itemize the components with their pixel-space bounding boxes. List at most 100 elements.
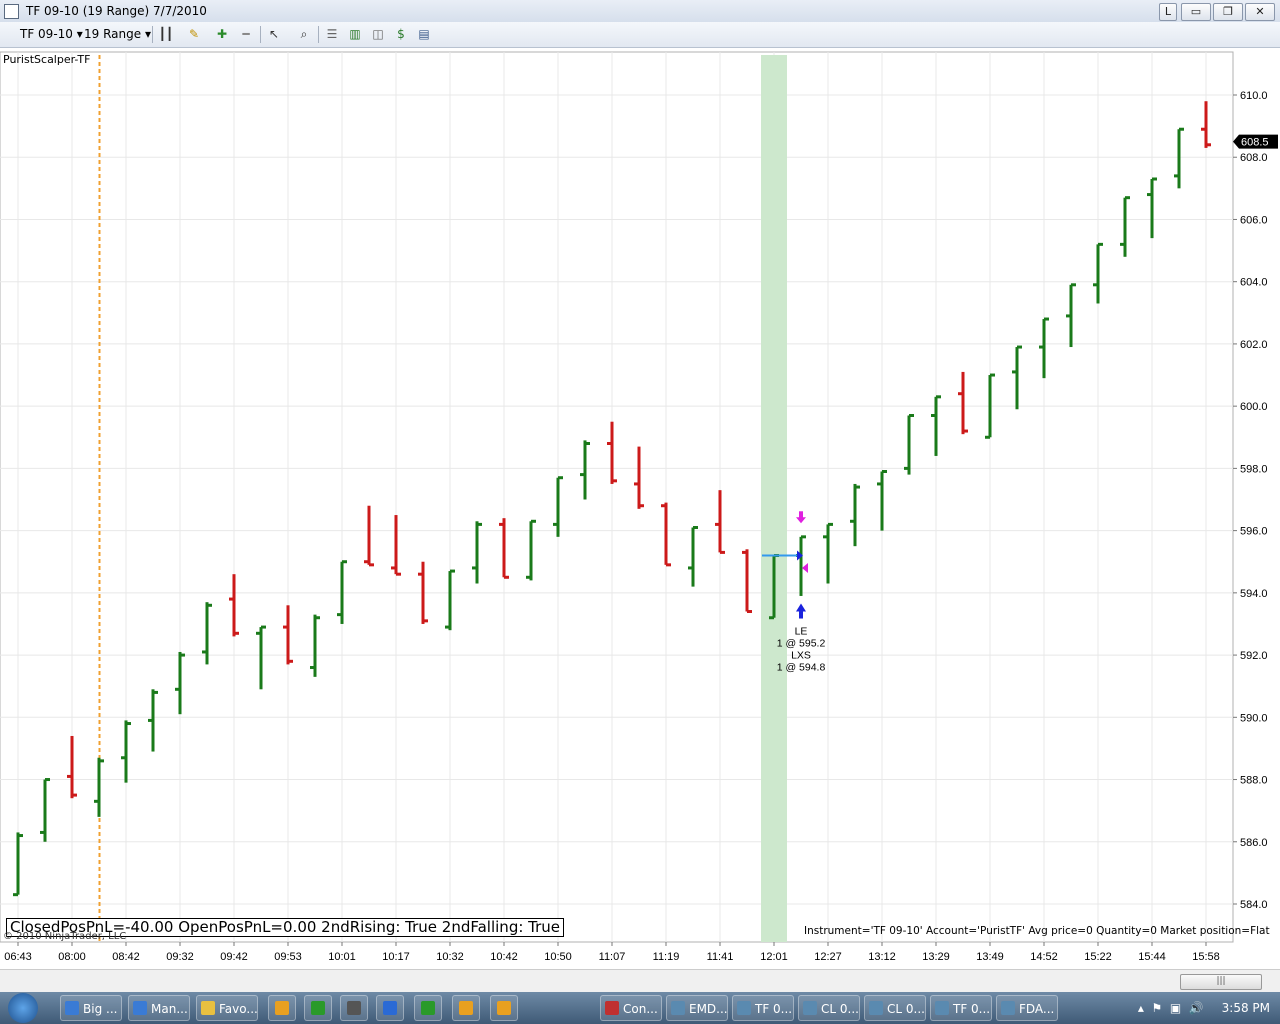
entry-fill-label: 1 @ 595.2 [777, 638, 826, 650]
x-tick-label: 15:58 [1192, 951, 1220, 963]
chart-grid [0, 51, 1234, 943]
x-tick-label: 11:07 [599, 951, 626, 963]
indicators-icon[interactable]: ▥ [347, 26, 363, 42]
x-tick-label: 06:43 [4, 951, 32, 963]
taskbar-item[interactable]: FDA... [996, 995, 1058, 1021]
taskbar-app-icon [737, 1001, 751, 1015]
ohlc-bar [661, 502, 671, 567]
taskbar-item[interactable]: CL 0... [864, 995, 926, 1021]
taskbar-item[interactable]: TF 0... [732, 995, 794, 1021]
scrollbar-thumb[interactable]: ||| [1180, 974, 1262, 990]
x-tick-label: 10:17 [382, 951, 410, 963]
taskbar-item[interactable]: Favo... [196, 995, 258, 1021]
taskbar-item-label: TF 0... [953, 1002, 991, 1016]
taskbar-item-label: EMD... [689, 1002, 728, 1016]
toolbar-separator [260, 26, 261, 43]
ohlc-bar [40, 778, 50, 842]
maximize-button[interactable]: ❐ [1213, 3, 1243, 21]
taskbar-item-label: TF 0... [755, 1002, 793, 1016]
taskbar-item[interactable]: CL 0... [798, 995, 860, 1021]
taskbar-item[interactable]: TF 0... [930, 995, 992, 1021]
close-button[interactable]: ✕ [1245, 3, 1275, 21]
clock[interactable]: 3:58 PM [1222, 1001, 1270, 1015]
taskbar-app-icon [1001, 1001, 1015, 1015]
toolbar-separator [318, 26, 319, 43]
ohlc-bar [1093, 242, 1103, 304]
x-tick-label: 10:32 [436, 951, 464, 963]
long-entry-arrow [796, 603, 806, 612]
cursor-icon[interactable]: ↖ [266, 26, 282, 42]
y-tick-label: 604.0 [1240, 277, 1268, 289]
y-tick-label: 608.0 [1240, 152, 1268, 164]
dollar-icon[interactable]: $ [393, 26, 409, 42]
windows-taskbar: Big ... Man... Favo... Con... EMD... TF 0... C… [0, 992, 1280, 1024]
taskbar-item-label: Big ... [83, 1002, 118, 1016]
taskbar-item[interactable] [414, 995, 442, 1021]
period-selector[interactable]: 19 Range ▾ [84, 27, 151, 41]
ohlc-bar [877, 469, 887, 531]
x-tick-label: 15:44 [1138, 951, 1166, 963]
taskbar-app-icon [497, 1001, 511, 1015]
x-tick-label: 14:52 [1030, 951, 1058, 963]
ohlc-bar [1066, 283, 1076, 348]
x-tick-label: 11:19 [653, 951, 680, 963]
taskbar-item[interactable] [452, 995, 480, 1021]
exit-arrow [796, 517, 806, 524]
taskbar-app-icon [935, 1001, 949, 1015]
exit-label: LXS [791, 650, 811, 662]
entry-label: LE [795, 626, 808, 638]
highlight-bar-region [761, 55, 787, 942]
x-tick-label: 10:50 [544, 951, 572, 963]
ohlc-bar [256, 625, 266, 690]
properties-icon[interactable]: ☰ [324, 26, 340, 42]
ohlc-bar [607, 421, 617, 484]
title-bar: TF 09-10 (19 Range) 7/7/2010 L ▭ ❐ ✕ [0, 0, 1280, 23]
ohlc-bar [499, 518, 509, 579]
taskbar-item[interactable] [340, 995, 368, 1021]
panel-icon[interactable]: ▤ [416, 26, 432, 42]
taskbar-item[interactable]: Con... [600, 995, 662, 1021]
ohlc-bar [1120, 196, 1130, 257]
taskbar-app-icon [201, 1001, 215, 1015]
magnifier-icon[interactable]: ⌕ [296, 26, 312, 42]
minimize-button[interactable]: ▭ [1181, 3, 1211, 21]
y-tick-label: 606.0 [1240, 214, 1268, 226]
strategies-icon[interactable]: ◫ [370, 26, 386, 42]
link-button[interactable]: L [1159, 3, 1177, 21]
copyright-text: © 2010 NinjaTrader, LLC [3, 931, 127, 942]
taskbar-item[interactable] [376, 995, 404, 1021]
ohlc-bar [553, 476, 563, 537]
period-label: 19 Range [84, 27, 142, 41]
tray-icons[interactable]: ▴ ⚑ ▣ 🔊 [1138, 1001, 1204, 1015]
taskbar-item[interactable] [490, 995, 518, 1021]
taskbar-app-icon [671, 1001, 685, 1015]
taskbar-item[interactable] [268, 995, 296, 1021]
taskbar-app-icon [65, 1001, 79, 1015]
ohlc-bar [958, 371, 968, 435]
taskbar-item[interactable]: Man... [128, 995, 190, 1021]
taskbar-app-icon [605, 1001, 619, 1015]
taskbar-item[interactable]: Big ... [60, 995, 122, 1021]
chart-area[interactable]: LE 1 @ 595.2 LXS 1 @ 594.8 610.0 608.0 606.0 6… [0, 48, 1280, 968]
taskbar-item-label: FDA... [1019, 1002, 1055, 1016]
horizontal-scrollbar[interactable]: ||| [0, 969, 1280, 992]
taskbar-item[interactable]: EMD... [666, 995, 728, 1021]
x-tick-label: 08:42 [112, 951, 140, 963]
zoom-in-icon[interactable]: ✚ [214, 26, 230, 42]
ohlc-bar [67, 735, 77, 799]
price-chart[interactable]: LE1 @ 595.2LXS1 @ 594.8 610.0608.0606.06… [0, 48, 1280, 968]
x-tick-label: 15:22 [1084, 951, 1112, 963]
bar-type-icon[interactable]: ┃┃ [158, 26, 174, 42]
ohlc-bar [850, 483, 860, 547]
zoom-out-icon[interactable]: ━ [238, 26, 254, 42]
pencil-icon[interactable]: ✎ [186, 26, 202, 42]
y-tick-label: 592.0 [1240, 650, 1268, 662]
exit-arrow-shaft [799, 511, 803, 519]
ohlc-bar [229, 574, 239, 637]
start-button[interactable] [8, 993, 38, 1023]
taskbar-item[interactable] [304, 995, 332, 1021]
x-tick-label: 09:53 [274, 951, 302, 963]
taskbar-app-icon [133, 1001, 147, 1015]
y-tick-label: 594.0 [1240, 588, 1268, 600]
instrument-selector[interactable]: TF 09-10 ▾ [20, 27, 83, 41]
